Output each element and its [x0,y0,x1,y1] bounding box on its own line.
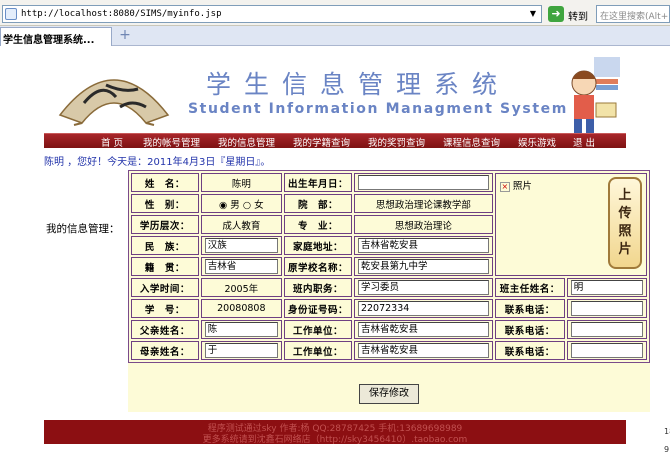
nav-rewards[interactable]: 我的奖罚查询 [368,135,425,149]
search-input[interactable]: 在这里搜索(Alt+ [596,5,670,23]
page-icon [5,8,17,20]
scroll-number-2: 9 [664,445,670,454]
teacher-field[interactable]: 明 [570,280,643,295]
go-arrow-icon: ➜ [548,6,564,22]
nav-account[interactable]: 我的帐号管理 [143,135,200,149]
gender-label: 性 别： [131,194,199,213]
search-placeholder: 在这里搜索(Alt+ [600,12,669,22]
dept-value: 思想政治理论课教学部 [353,194,493,213]
student-cartoon-icon [571,57,620,133]
header-banner: 学生信息管理系统 Student Information Managment S… [44,51,620,133]
tab-title: 学生信息管理系统... [3,35,95,46]
greeting-text: ，您好！今天是：2011年4月3日『星期日』。 [67,157,271,168]
go-label: 转到 [568,12,588,23]
dept-label: 院 部： [283,194,352,213]
greeting: 陈明 ，您好！今天是：2011年4月3日『星期日』。 [44,153,270,168]
footer: 程序测试通过sky 作者:杨 QQ:28787425 手机:1368969898… [44,420,626,445]
mother-phone-field[interactable] [570,343,643,358]
page-content: 学生信息管理系统 Student Information Managment S… [0,47,670,458]
gender-female-radio[interactable]: ○ [243,200,251,211]
origin-field[interactable]: 吉林省 [204,259,278,274]
enroll-label: 入学时间： [131,278,199,297]
nav-home[interactable]: 首 页 [101,135,123,149]
father-work-field[interactable]: 吉林省乾安县 [357,322,489,337]
nav-status[interactable]: 我的学籍查询 [293,135,350,149]
mother-work-label: 工作单位： [283,341,352,360]
browser-window: http://localhost:8080/SIMS/myinfo.jsp ▼ … [0,0,670,458]
system-title-cn: 学生信息管理系统 [206,70,511,99]
ethnic-label: 民 族： [131,236,199,255]
idcard-field[interactable]: 22072334 [357,301,489,316]
new-tab-button[interactable]: + [118,28,132,43]
save-button[interactable]: 保存修改 [359,384,419,404]
url-text: http://localhost:8080/SIMS/myinfo.jsp [21,9,222,19]
origin-label: 籍 贯： [131,257,199,276]
info-form: 姓 名： 陈明 出生年月日： × 照片 上传照片 性 别： ◉ 男 ○ 女 院 … [128,170,650,412]
teacher-label: 班主任姓名： [494,278,565,297]
go-button[interactable]: ➜ 转到 [548,6,594,23]
url-input[interactable]: http://localhost:8080/SIMS/myinfo.jsp ▼ [2,5,542,23]
duty-field[interactable]: 学习委员 [357,280,489,295]
birth-field[interactable] [357,175,489,190]
birth-label: 出生年月日： [283,173,352,192]
mother-field[interactable]: 于 [204,343,278,358]
mother-phone-label: 联系电话： [494,341,565,360]
info-table: 姓 名： 陈明 出生年月日： × 照片 上传照片 性 别： ◉ 男 ○ 女 院 … [128,170,650,363]
enroll-value: 2005年 [200,278,282,297]
tab-current[interactable]: 学生信息管理系统... [0,27,112,46]
user-name: 陈明 [44,157,64,168]
address-label: 家庭地址： [283,236,352,255]
address-bar: http://localhost:8080/SIMS/myinfo.jsp ▼ … [0,0,670,26]
gender-male-radio[interactable]: ◉ [219,200,227,211]
edu-value: 成人教育 [200,215,282,234]
idcard-label: 身份证号码： [283,299,352,318]
school-label: 原学校名称： [283,257,352,276]
studentno-label: 学 号： [131,299,199,318]
address-field[interactable]: 吉林省乾安县 [357,238,489,253]
mother-label: 母亲姓名： [131,341,199,360]
father-label: 父亲姓名： [131,320,199,339]
studentno-value: 20080808 [200,299,282,318]
nav-info[interactable]: 我的信息管理 [218,135,275,149]
phone-field[interactable] [570,301,643,316]
fan-logo-icon [58,79,170,126]
upload-photo-button[interactable]: 上传照片 [608,177,642,269]
name-value: 陈明 [200,173,282,192]
major-value: 思想政治理论 [353,215,493,234]
father-phone-field[interactable] [570,322,643,337]
gender-male-label: 男 [230,199,240,211]
footer-line-2: 更多系统请到沈鑫石网络店（http://sky3456410）.taobao.c… [202,435,468,445]
ethnic-field[interactable]: 汉族 [204,238,278,253]
name-label: 姓 名： [131,173,199,192]
edu-label: 学历层次： [131,215,199,234]
mother-work-field[interactable]: 吉林省乾安县 [357,343,489,358]
broken-image-icon: × [499,181,510,192]
gender-female-label: 女 [254,199,264,211]
father-phone-label: 联系电话： [494,320,565,339]
tab-bar: 学生信息管理系统... + [0,26,670,46]
nav-courses[interactable]: 课程信息查询 [443,135,500,149]
phone-label: 联系电话： [494,299,565,318]
gender-radios: ◉ 男 ○ 女 [200,194,282,213]
father-work-label: 工作单位： [283,320,352,339]
duty-label: 班内职务： [283,278,352,297]
main-nav: 首 页 我的帐号管理 我的信息管理 我的学籍查询 我的奖罚查询 课程信息查询 娱… [44,133,626,149]
nav-games[interactable]: 娱乐游戏 [518,135,556,149]
father-field[interactable]: 陈 [204,322,278,337]
nav-logout[interactable]: 退 出 [573,135,595,149]
upload-photo-label: 上传照片 [618,188,632,257]
chevron-down-icon[interactable]: ▼ [527,8,539,20]
system-title-en: Student Information Managment System [188,101,568,117]
section-label: 我的信息管理： [46,223,120,235]
scroll-number-1: 18 [664,427,670,436]
photo-alt-text: 照片 [512,181,532,192]
major-label: 专 业： [283,215,352,234]
school-field[interactable]: 乾安县第九中学 [357,259,489,274]
photo-area: × 照片 上传照片 [494,173,647,276]
